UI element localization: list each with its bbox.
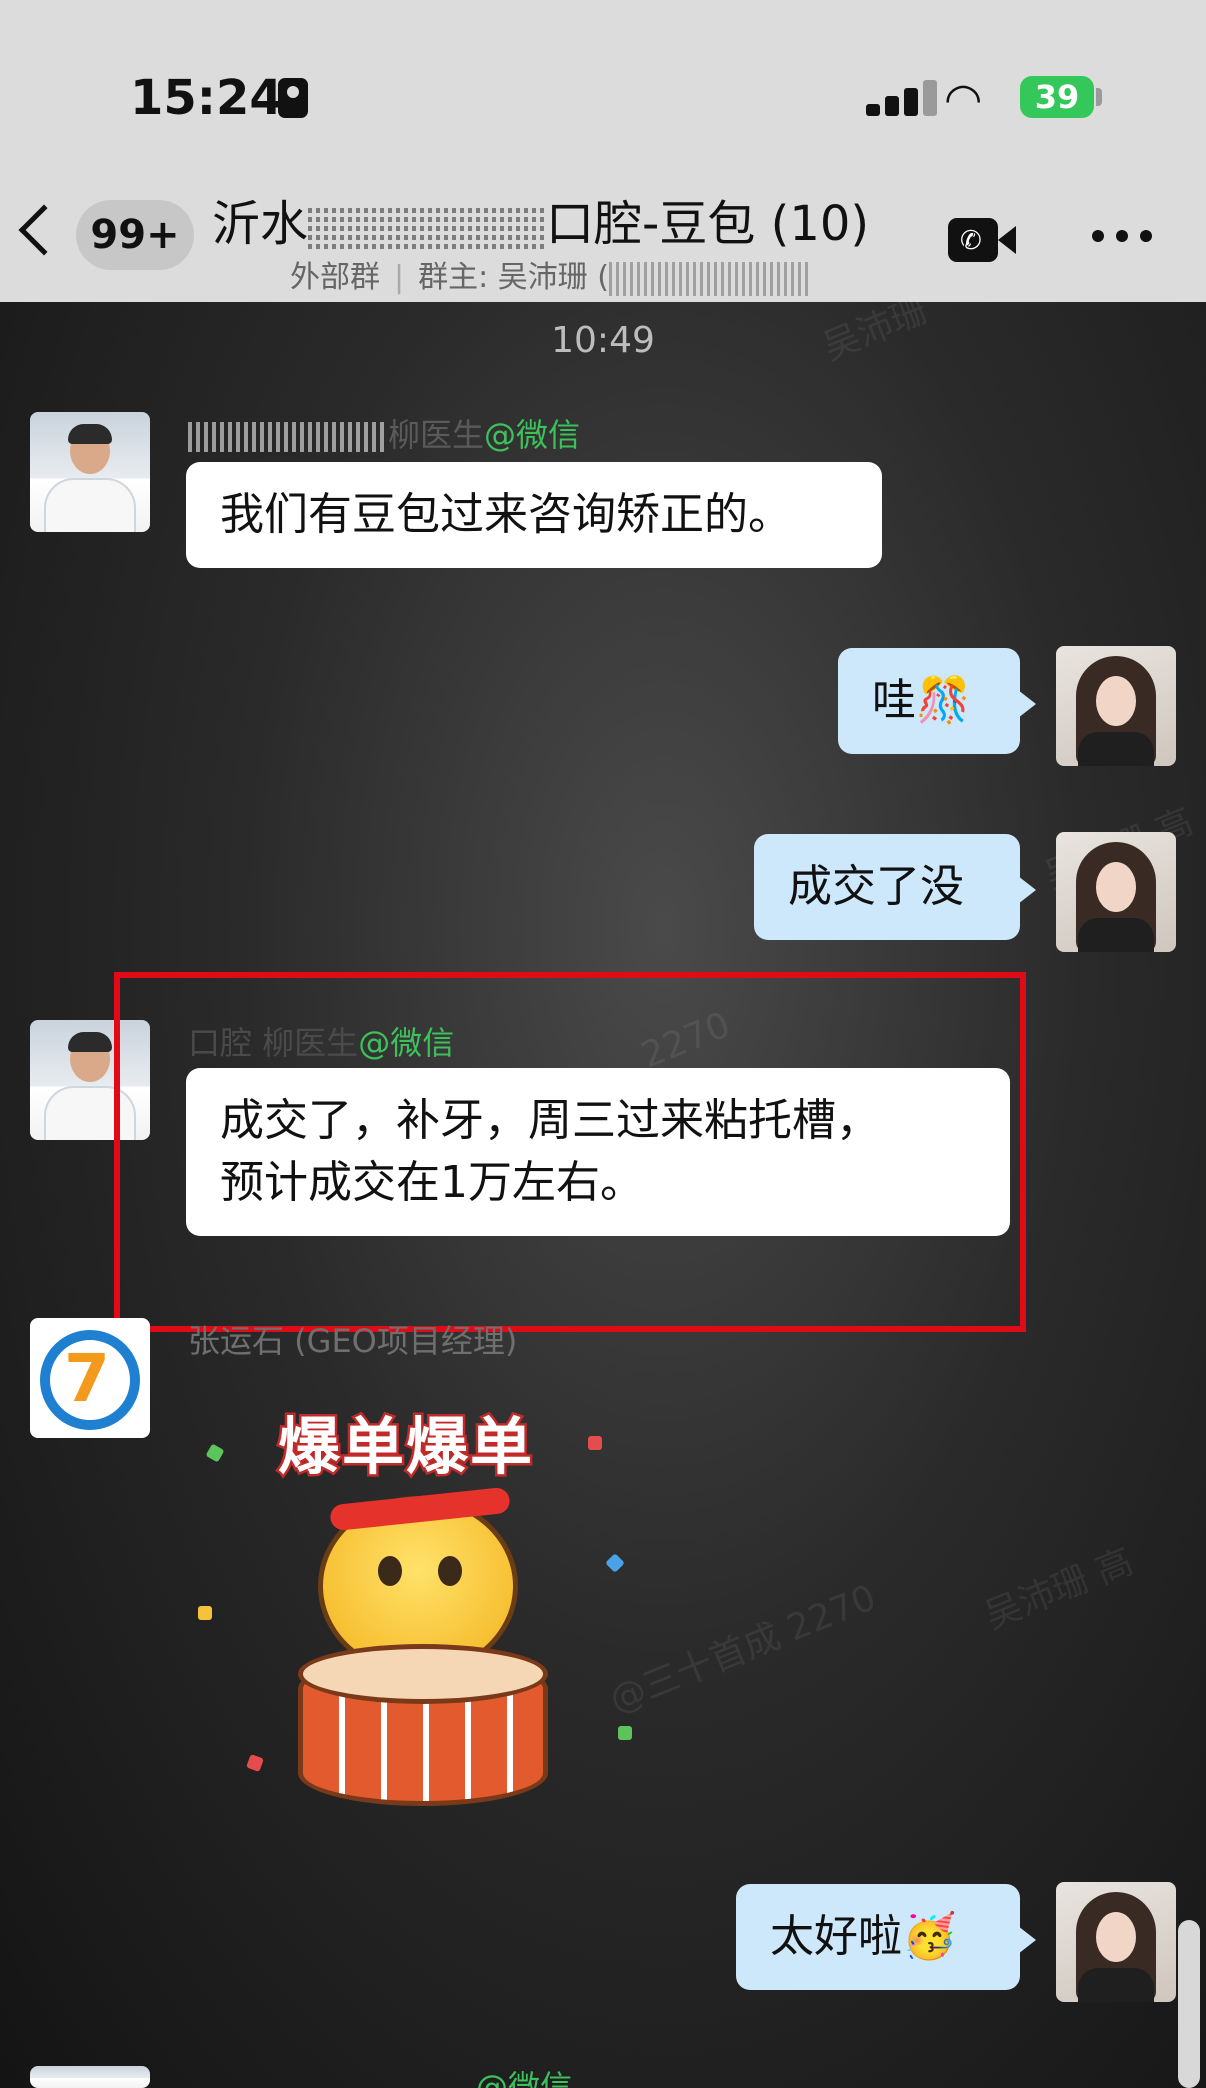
sender-source: @微信 <box>476 2068 573 2088</box>
sender-avatar[interactable] <box>30 2066 150 2088</box>
sticker-image[interactable]: 爆单爆单 <box>188 1376 642 1816</box>
message-bubble[interactable]: 成交了，补牙，周三过来粘托槽， 预计成交在1万左右。 <box>186 1068 1010 1236</box>
self-avatar[interactable] <box>1056 1882 1176 2002</box>
sticker-caption: 爆单爆单 <box>275 1408 535 1486</box>
message-bubble[interactable]: 哇🎊 <box>838 648 1036 754</box>
wifi-icon: ◠ <box>944 74 983 125</box>
self-avatar[interactable] <box>1056 832 1176 952</box>
navigation-bar: 15:24 ◠ 39 99+ 沂水 口腔-豆包 (10) 外部群 | 群主: 吴沛珊 … <box>0 0 1206 302</box>
cellular-signal-icon <box>866 80 956 116</box>
group-owner-label: 群主: 吴沛珊 ( <box>418 260 609 295</box>
bee-eye <box>378 1556 402 1586</box>
confetti-piece <box>618 1726 632 1740</box>
unread-count-badge[interactable]: 99+ <box>76 200 194 270</box>
chat-subtitle: 外部群 | 群主: 吴沛珊 ( <box>290 252 809 296</box>
message-bubble[interactable]: 我们有豆包过来咨询矫正的。 <box>186 462 882 568</box>
confetti-piece <box>588 1436 602 1450</box>
scroll-indicator[interactable] <box>1178 1920 1200 2088</box>
message-bubble[interactable]: 太好啦🥳 <box>736 1884 1036 1990</box>
self-avatar[interactable] <box>1056 646 1176 766</box>
message-bubble[interactable]: 成交了没 <box>754 834 1036 940</box>
battery-indicator: 39 <box>1020 76 1094 118</box>
battery-tip <box>1096 88 1102 106</box>
group-type-label: 外部群 <box>290 260 380 295</box>
message-line: 预计成交在1万左右。 <box>220 1157 644 1208</box>
sender-source: @微信 <box>484 416 581 454</box>
back-chevron-icon[interactable] <box>18 204 70 256</box>
sender-avatar[interactable] <box>30 412 150 532</box>
confetti-piece <box>605 1553 625 1573</box>
sender-source: @微信 <box>358 1024 455 1062</box>
confetti-piece <box>246 1754 264 1772</box>
chat-title-prefix: 沂水 <box>212 196 309 252</box>
message-timestamp: 10:49 <box>551 320 655 361</box>
sender-name-label: 柳医生 <box>388 416 485 454</box>
drum-head <box>298 1644 548 1704</box>
chat-title-suffix: 口腔-豆包 (10) <box>546 196 870 252</box>
confetti-piece <box>205 1443 225 1463</box>
status-time: 15:24 <box>130 70 283 126</box>
sender-avatar[interactable] <box>30 1020 150 1140</box>
sender-name: 张运石 (GEO项目经理) <box>188 1322 518 1360</box>
redacted-owner <box>609 261 809 296</box>
sender-name: 口腔 柳医生@微信 <box>188 1018 454 1064</box>
chat-title: 沂水 口腔-豆包 (10) <box>212 184 869 254</box>
redacted-sender <box>188 422 388 452</box>
sender-name: 柳医生@微信 <box>188 410 580 456</box>
more-options-icon[interactable] <box>1092 230 1152 244</box>
bee-eye <box>438 1556 462 1586</box>
id-card-icon <box>278 78 308 118</box>
sender-name-label: 口腔 柳医生 <box>188 1024 359 1062</box>
confetti-piece <box>198 1606 212 1620</box>
message-line: 成交了，补牙，周三过来粘托槽， <box>220 1095 880 1146</box>
redacted-title <box>308 205 547 249</box>
sender-avatar[interactable]: 7 <box>30 1318 150 1438</box>
video-call-icon[interactable]: ✆ <box>948 218 1016 262</box>
